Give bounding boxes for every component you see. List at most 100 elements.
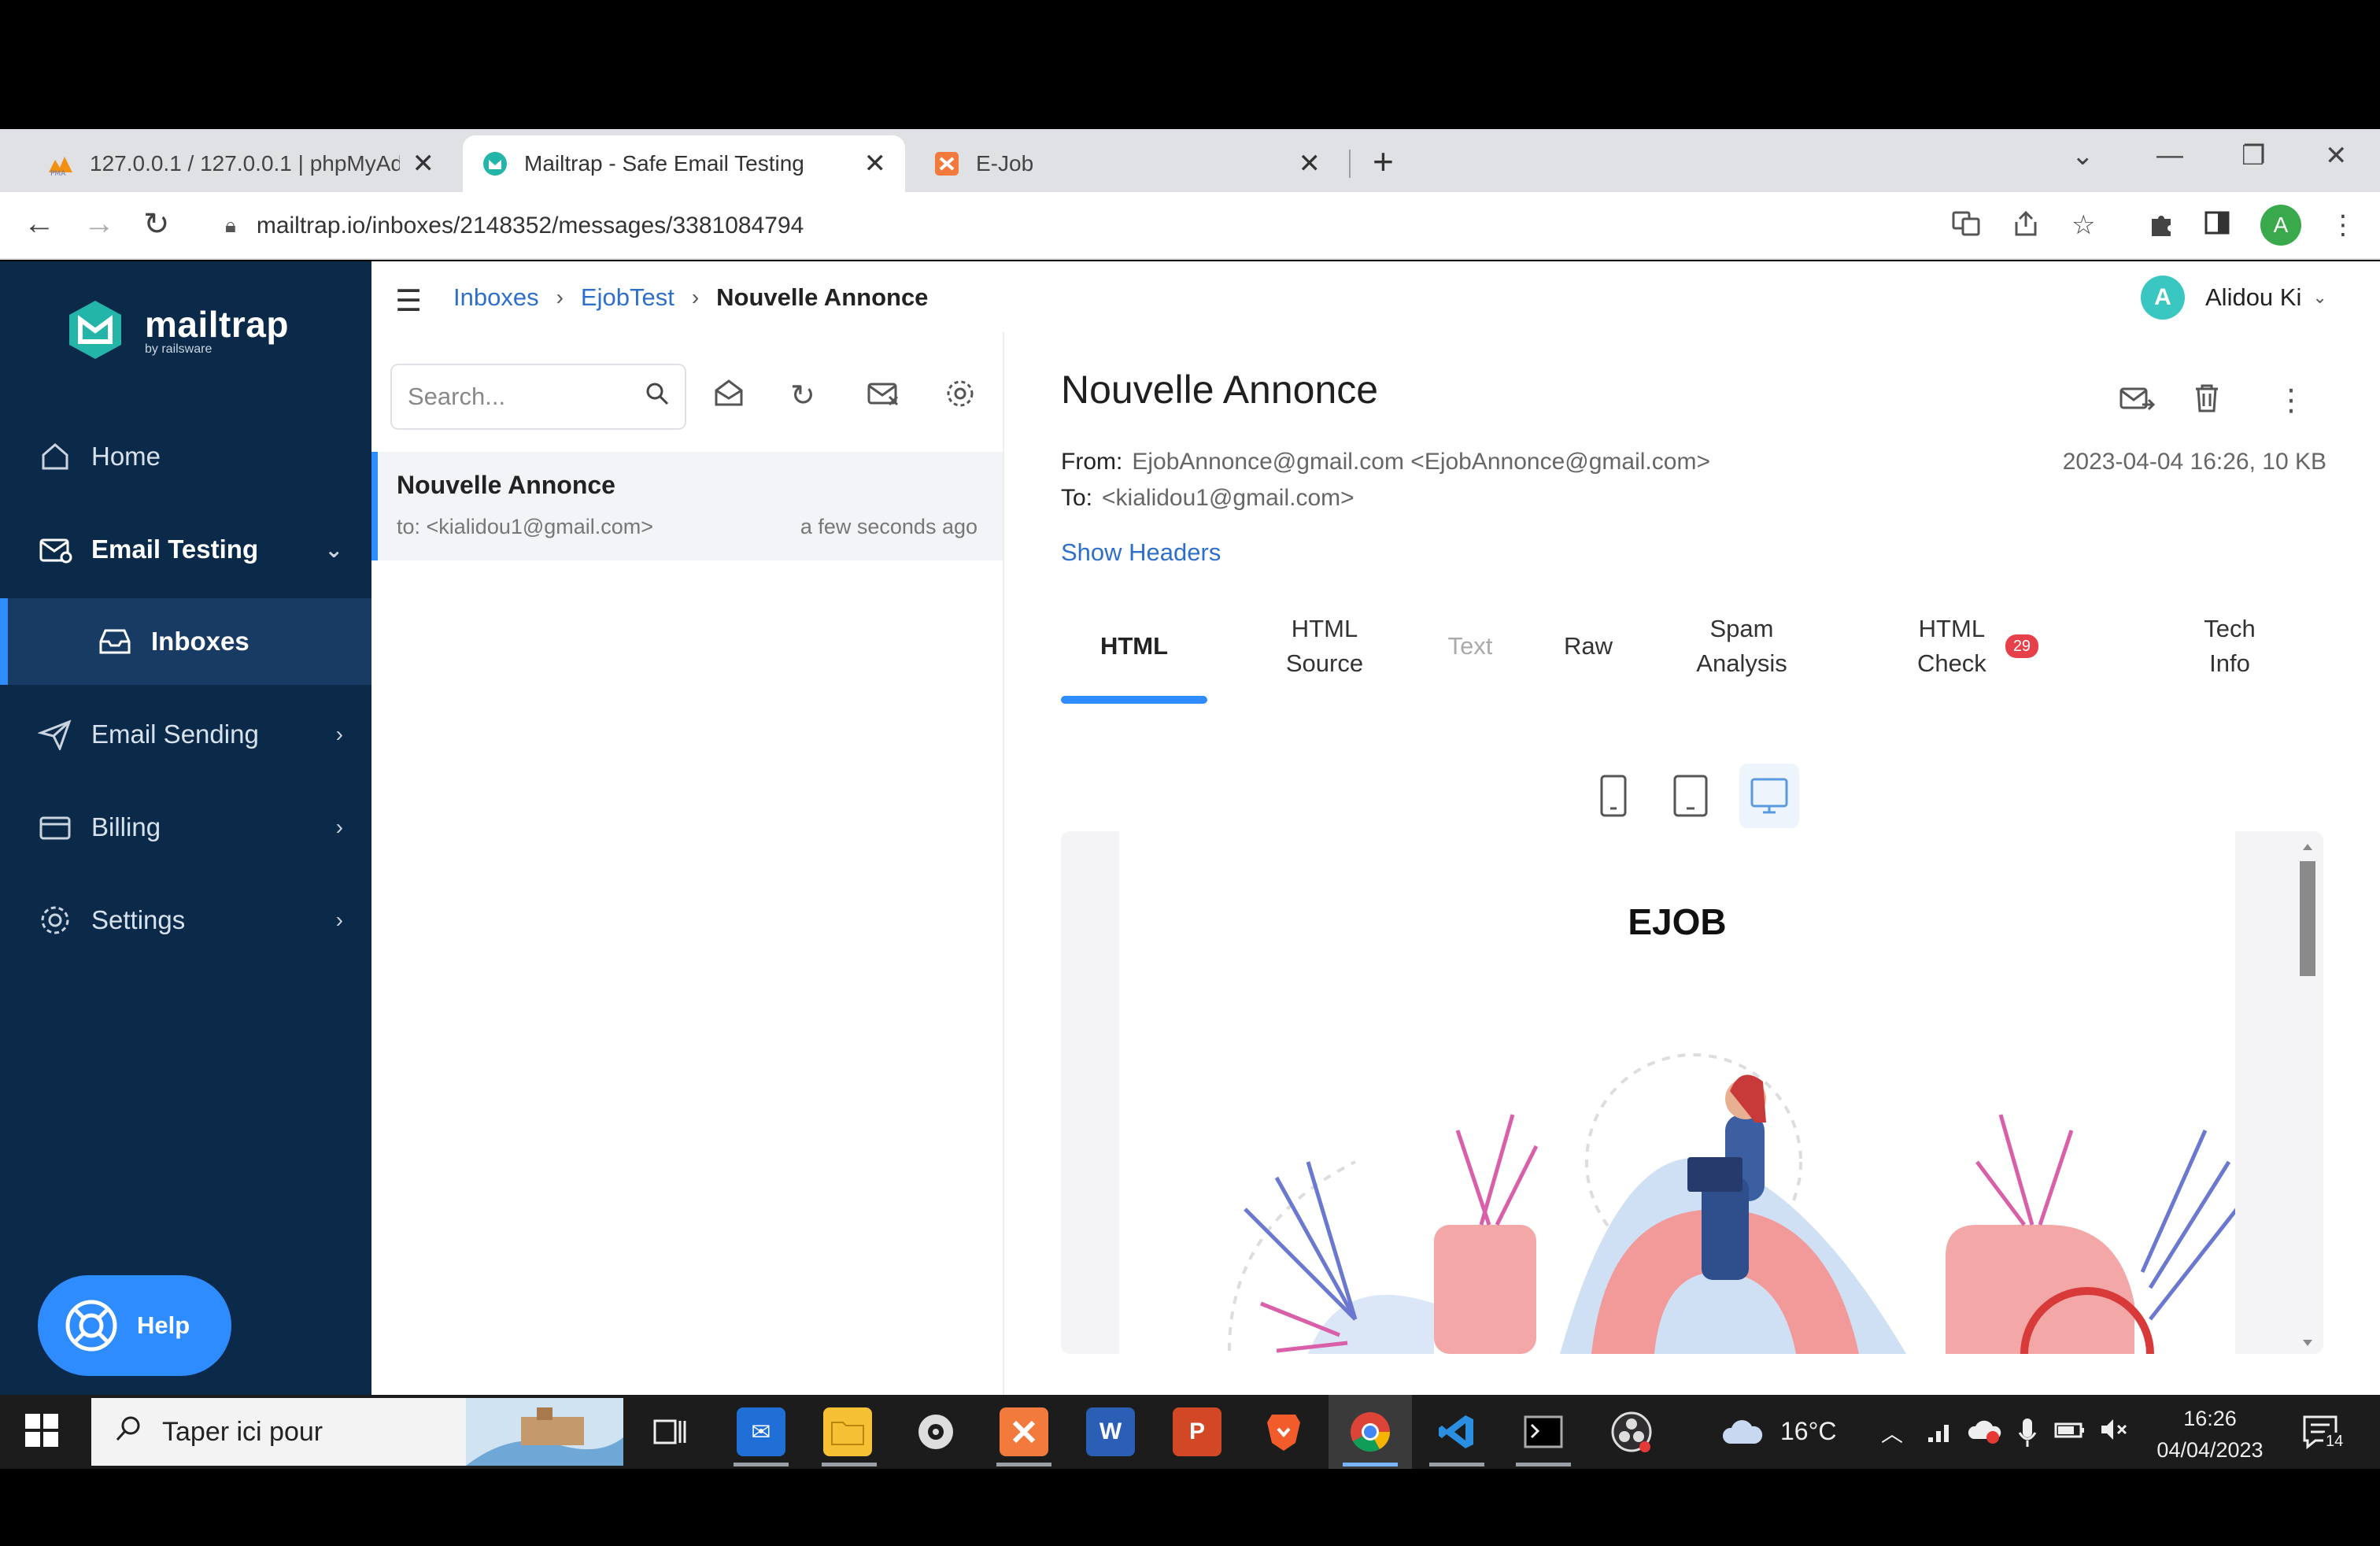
tab-html-check[interactable]: HTML Check 29 — [1887, 600, 2068, 693]
mark-all-read-icon[interactable] — [713, 378, 745, 417]
show-headers-link[interactable]: Show Headers — [1061, 538, 1221, 567]
sidebar-item-email-sending[interactable]: Email Sending › — [0, 691, 371, 778]
inbox-settings-icon[interactable] — [944, 378, 976, 417]
message-from: From: EjobAnnonce@gmail.com <EjobAnnonce@… — [1061, 449, 1710, 475]
search-highlight-image — [466, 1398, 623, 1466]
mobile-view-button[interactable] — [1584, 764, 1643, 828]
share-icon[interactable] — [2012, 209, 2040, 245]
help-button[interactable]: Help — [38, 1275, 231, 1376]
sidebar-item-inboxes[interactable]: Inboxes — [0, 598, 371, 685]
tablet-view-button[interactable] — [1661, 764, 1720, 828]
volume-muted-icon[interactable] — [2100, 1417, 2128, 1448]
breadcrumb-inboxes[interactable]: Inboxes — [453, 283, 539, 312]
chrome-icon[interactable] — [1346, 1407, 1395, 1456]
sidebar-item-home[interactable]: Home — [0, 413, 371, 500]
tab-raw[interactable]: Raw — [1549, 600, 1628, 693]
mail-app-icon[interactable]: ✉ — [737, 1407, 785, 1456]
close-tab-icon[interactable]: ✕ — [864, 148, 887, 179]
back-icon[interactable]: ← — [24, 206, 55, 242]
word-icon[interactable]: W — [1086, 1407, 1135, 1456]
weather-temperature: 16°C — [1780, 1417, 1837, 1445]
refresh-icon[interactable]: ↻ — [790, 378, 815, 413]
bookmark-star-icon[interactable]: ☆ — [2071, 209, 2095, 241]
media-player-icon[interactable] — [911, 1407, 960, 1456]
mailtrap-logo[interactable]: mailtrap by railsware — [61, 296, 289, 364]
minimize-button[interactable]: — — [2156, 140, 2183, 171]
tab-html[interactable]: HTML — [1061, 600, 1207, 693]
message-time: a few seconds ago — [800, 515, 978, 538]
tablet-icon — [1673, 775, 1708, 817]
reload-icon[interactable]: ↻ — [143, 206, 170, 242]
tab-mailtrap[interactable]: Mailtrap - Safe Email Testing ✕ — [463, 135, 905, 192]
system-clock[interactable]: 16:26 04/04/2023 — [2147, 1403, 2273, 1466]
clear-inbox-icon[interactable] — [866, 378, 900, 417]
weather-icon[interactable] — [1719, 1417, 1766, 1455]
message-list-panel: Search... ↻ Nouvelle Annonce to: <kialid… — [371, 332, 1004, 1395]
lifebuoy-icon — [65, 1300, 117, 1352]
screen: PMA 127.0.0.1 / 127.0.0.1 | phpMyAdmin ✕… — [0, 0, 2380, 1546]
terminal-icon[interactable] — [1519, 1407, 1568, 1456]
email-preview[interactable]: EJOB — [1119, 831, 2235, 1354]
tab-phpmyadmin[interactable]: PMA 127.0.0.1 / 127.0.0.1 | phpMyAdmin ✕ — [28, 135, 453, 192]
tray-overflow-icon[interactable]: ︿ — [1881, 1417, 1903, 1448]
vscode-icon[interactable] — [1432, 1407, 1481, 1456]
tab-text[interactable]: Text — [1431, 600, 1510, 693]
desktop-icon — [1750, 778, 1788, 814]
gear-icon — [36, 901, 74, 939]
desktop-view-button[interactable] — [1739, 764, 1799, 828]
browser-menu-icon[interactable]: ⋮ — [2330, 209, 2356, 241]
search-icon — [115, 1415, 142, 1449]
obs-icon[interactable] — [1607, 1407, 1656, 1456]
sidebar-item-settings[interactable]: Settings › — [0, 877, 371, 963]
preview-scrollbar[interactable] — [2293, 839, 2322, 1351]
network-icon[interactable] — [1925, 1417, 1957, 1452]
user-name: Alidou Ki — [2205, 283, 2302, 311]
side-panel-icon[interactable] — [2204, 209, 2230, 243]
menu-toggle-icon[interactable]: ☰ — [395, 283, 422, 319]
windows-start-icon[interactable] — [24, 1412, 60, 1452]
taskbar-search[interactable]: Taper ici pour — [91, 1398, 623, 1466]
more-options-icon[interactable]: ⋮ — [2276, 383, 2306, 418]
chevron-down-icon: ⌄ — [2312, 287, 2327, 307]
close-tab-icon[interactable]: ✕ — [412, 148, 435, 179]
delete-icon[interactable] — [2193, 383, 2221, 422]
tab-spam-analysis[interactable]: Spam Analysis — [1675, 600, 1809, 693]
breadcrumb-separator: › — [556, 285, 564, 309]
close-tab-icon[interactable]: ✕ — [1299, 148, 1321, 179]
sidebar-item-billing[interactable]: Billing › — [0, 784, 371, 871]
tab-html-source[interactable]: HTML Source — [1258, 600, 1391, 693]
forward-icon[interactable] — [2119, 383, 2156, 422]
sidebar-item-email-testing[interactable]: Email Testing ⌄ — [0, 506, 371, 593]
breadcrumb-inbox-ejobtest[interactable]: EjobTest — [581, 283, 674, 312]
browser-profile-avatar[interactable]: A — [2260, 205, 2301, 246]
email-illustration — [1228, 1053, 2235, 1354]
close-window-button[interactable]: ✕ — [2325, 140, 2348, 172]
restore-button[interactable]: ❐ — [2241, 140, 2265, 172]
brave-browser-icon[interactable] — [1259, 1407, 1308, 1456]
message-title: Nouvelle Annonce — [1061, 368, 1379, 412]
tab-search-icon[interactable]: ⌄ — [2071, 140, 2094, 172]
html-check-badge: 29 — [2005, 634, 2039, 658]
extensions-icon[interactable] — [2147, 209, 2175, 245]
message-list-item[interactable]: Nouvelle Annonce to: <kialidou1@gmail.co… — [371, 452, 1003, 560]
new-tab-button[interactable]: + — [1373, 140, 1394, 183]
forward-icon[interactable]: → — [83, 206, 115, 242]
translate-icon[interactable] — [1952, 209, 1980, 245]
task-view-icon[interactable] — [645, 1407, 694, 1456]
send-icon — [36, 716, 74, 753]
tab-ejob[interactable]: E-Job ✕ — [915, 135, 1340, 192]
powerpoint-icon[interactable]: P — [1173, 1407, 1221, 1456]
message-date-size: 2023-04-04 16:26, 10 KB — [2062, 449, 2326, 475]
address-bar[interactable]: 🔒︎ mailtrap.io/inboxes/2148352/messages/… — [209, 202, 1980, 250]
tab-tech-info[interactable]: Tech Info — [2179, 600, 2281, 693]
user-menu[interactable]: A Alidou Ki ⌄ — [2141, 276, 2327, 320]
lock-icon: 🔒︎ — [225, 213, 236, 237]
microphone-icon[interactable] — [2018, 1417, 2037, 1455]
notifications-icon[interactable]: 14 — [2300, 1411, 2346, 1459]
onedrive-icon[interactable] — [1968, 1417, 2002, 1452]
file-explorer-icon[interactable] — [823, 1407, 872, 1456]
clock-time: 16:26 — [2183, 1407, 2237, 1430]
battery-icon[interactable] — [2054, 1417, 2086, 1446]
xampp-icon[interactable] — [1000, 1407, 1048, 1456]
search-input[interactable]: Search... — [390, 364, 686, 430]
